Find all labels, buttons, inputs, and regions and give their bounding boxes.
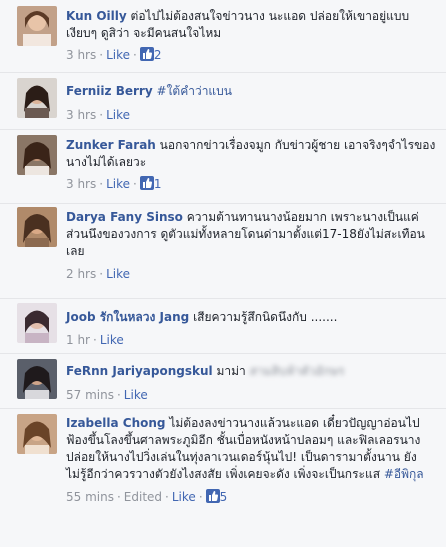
avatar[interactable] bbox=[17, 414, 57, 454]
comment-author[interactable]: Izabella Chong bbox=[66, 416, 166, 430]
divider bbox=[0, 408, 446, 409]
comment-timestamp[interactable]: 2 hrs bbox=[66, 267, 96, 281]
comment-author[interactable]: Zunker Farah bbox=[66, 138, 156, 152]
like-button[interactable]: Like bbox=[106, 108, 130, 122]
like-count[interactable]: 1 bbox=[154, 177, 162, 191]
divider bbox=[0, 203, 446, 204]
avatar[interactable] bbox=[17, 6, 57, 46]
comment-author[interactable]: FeRnn Jariyapongskul bbox=[66, 364, 213, 378]
comment-meta: 1 hr · Like bbox=[66, 333, 124, 347]
comment-timestamp[interactable]: 1 hr bbox=[66, 333, 90, 347]
like-button[interactable]: Like bbox=[100, 333, 124, 347]
blurred-mention: สามสิบห้าตัวอักษร bbox=[249, 364, 345, 378]
like-button[interactable]: Like bbox=[106, 267, 130, 281]
comment-timestamp[interactable]: 3 hrs bbox=[66, 48, 96, 62]
divider bbox=[0, 129, 446, 130]
comment-timestamp[interactable]: 3 hrs bbox=[66, 177, 96, 191]
avatar[interactable] bbox=[17, 207, 57, 247]
like-thumb-icon bbox=[139, 47, 154, 61]
comment-meta: 57 mins · Like bbox=[66, 388, 148, 402]
comment-meta: 2 hrs · Like bbox=[66, 267, 131, 281]
comment-timestamp[interactable]: 3 hrs bbox=[66, 108, 96, 122]
like-button[interactable]: Like bbox=[106, 177, 130, 191]
comment-author[interactable]: Ferniiz Berry bbox=[66, 84, 153, 98]
comment-timestamp[interactable]: 57 mins bbox=[66, 388, 114, 402]
comment-meta: 55 mins · Edited · Like · 5 bbox=[66, 489, 228, 504]
like-count[interactable]: 2 bbox=[154, 48, 162, 62]
comment-timestamp[interactable]: 55 mins bbox=[66, 490, 114, 504]
divider bbox=[0, 72, 446, 73]
like-thumb-icon bbox=[139, 176, 154, 190]
edited-label[interactable]: Edited bbox=[124, 490, 162, 504]
comment-text: เสียความรู้สึกนิดนึงกับ ....... bbox=[193, 310, 338, 324]
comment-meta: 3 hrs · Like bbox=[66, 108, 131, 122]
comment-meta: 3 hrs · Like · 2 bbox=[66, 47, 162, 62]
avatar[interactable] bbox=[17, 303, 57, 343]
avatar[interactable] bbox=[17, 78, 57, 118]
comment-author[interactable]: Darya Fany Sinso bbox=[66, 210, 183, 224]
like-button[interactable]: Like bbox=[124, 388, 148, 402]
comment-author[interactable]: Joob รักในหลวง Jang bbox=[66, 310, 189, 324]
hashtag-link[interactable]: #อีพิกุล bbox=[384, 467, 424, 481]
avatar[interactable] bbox=[17, 359, 57, 399]
divider bbox=[0, 353, 446, 354]
avatar[interactable] bbox=[17, 135, 57, 175]
divider bbox=[0, 298, 446, 299]
hashtag-link[interactable]: #ใต้คำว่าแบน bbox=[156, 84, 232, 98]
comment-meta: 3 hrs · Like · 1 bbox=[66, 176, 162, 191]
like-button[interactable]: Like bbox=[106, 48, 130, 62]
like-count[interactable]: 5 bbox=[220, 490, 228, 504]
comment-text: มาม่า bbox=[216, 364, 246, 378]
like-thumb-icon bbox=[205, 489, 220, 503]
comment-author[interactable]: Kun Oilly bbox=[66, 9, 127, 23]
like-button[interactable]: Like bbox=[172, 490, 196, 504]
